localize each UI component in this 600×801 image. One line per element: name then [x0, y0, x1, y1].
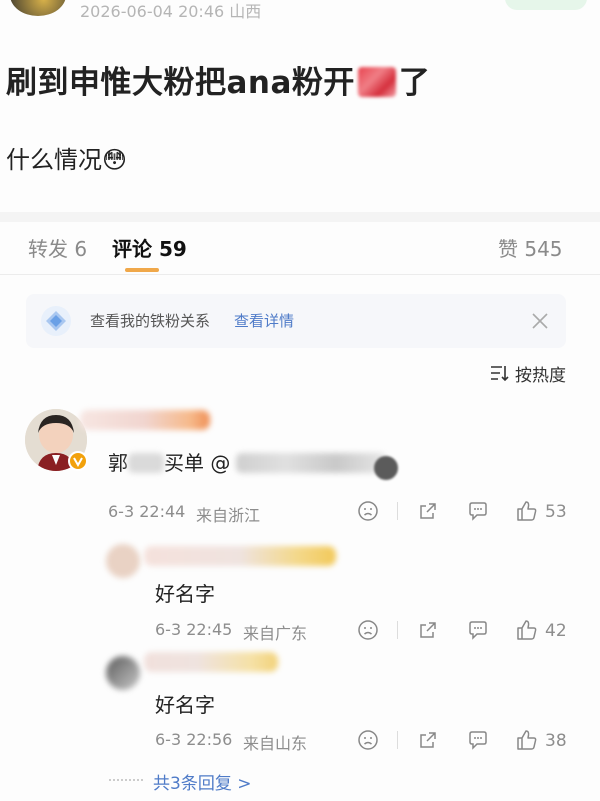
reply-text: 好名字	[155, 582, 215, 606]
reply-name-blurred[interactable]	[144, 652, 278, 672]
reply-time: 6-3 22:45	[155, 620, 233, 639]
dislike-icon[interactable]	[357, 729, 379, 751]
tab-likes[interactable]: 赞 545	[498, 233, 563, 262]
redacted-emoji	[357, 67, 396, 97]
post-subtitle: 什么情况😳	[6, 140, 127, 175]
action-divider	[397, 621, 398, 639]
reply-icon[interactable]	[467, 619, 489, 641]
tab-comments[interactable]: 评论 59	[112, 233, 187, 262]
post-timestamp: 2026-06-04 20:46 山西	[80, 2, 262, 21]
comment-location: 来自浙江	[196, 506, 261, 525]
share-icon[interactable]	[417, 619, 439, 641]
action-divider	[397, 502, 398, 520]
like-icon[interactable]	[515, 618, 539, 642]
post-title-text: 刷到申惟大粉把ana粉开	[6, 65, 355, 101]
dislike-icon[interactable]	[357, 619, 379, 641]
dotted-divider	[109, 779, 143, 781]
like-count: 53	[545, 502, 567, 522]
reply-location: 来自广东	[243, 624, 308, 643]
sort-icon[interactable]	[490, 364, 510, 382]
close-icon[interactable]	[530, 311, 550, 331]
reply-icon[interactable]	[467, 729, 489, 751]
comment-text: 郭 买单 @	[108, 447, 387, 476]
commenter-name-blurred[interactable]	[80, 410, 210, 430]
reply-icon[interactable]	[467, 500, 489, 522]
reply-avatar[interactable]	[106, 544, 140, 578]
like-count: 38	[545, 731, 567, 751]
redacted-text	[128, 453, 164, 473]
mention-avatar	[374, 456, 398, 480]
more-replies-link[interactable]: 共3条回复 >	[153, 769, 251, 794]
reply-location: 来自山东	[243, 734, 308, 753]
reply-avatar[interactable]	[106, 656, 140, 690]
action-divider	[397, 731, 398, 749]
dislike-icon[interactable]	[357, 500, 379, 522]
diamond-icon	[40, 305, 72, 337]
verified-badge-icon	[68, 451, 88, 471]
comment-time: 6-3 22:44	[108, 502, 186, 521]
reply-name-blurred[interactable]	[144, 546, 336, 566]
like-icon[interactable]	[515, 728, 539, 752]
redacted-mention	[236, 453, 387, 473]
reply-time: 6-3 22:56	[155, 730, 233, 749]
share-icon[interactable]	[417, 500, 439, 522]
follow-button[interactable]	[505, 0, 587, 10]
banner-link[interactable]: 查看详情	[234, 310, 294, 331]
comment-text-end: 买单 @	[164, 451, 231, 475]
tabs-divider	[0, 274, 600, 275]
banner-text: 查看我的铁粉关系	[90, 312, 211, 330]
post-title: 刷到申惟大粉把ana粉开 了	[6, 57, 430, 102]
sort-label[interactable]: 按热度	[515, 361, 566, 386]
divider-top	[0, 212, 600, 222]
like-count: 42	[545, 621, 567, 641]
post-subtitle-text: 什么情况	[6, 146, 102, 174]
like-icon[interactable]	[515, 499, 539, 523]
tab-active-indicator	[125, 268, 159, 272]
tab-repost[interactable]: 转发 6	[28, 233, 87, 262]
reply-text: 好名字	[155, 693, 215, 717]
post-title-end: 了	[398, 65, 431, 101]
fan-relation-banner[interactable]: 查看我的铁粉关系 查看详情	[26, 294, 566, 348]
flushed-emoji: 😳	[102, 146, 128, 174]
comment-text-start: 郭	[108, 451, 128, 475]
poster-avatar[interactable]	[10, 0, 66, 16]
share-icon[interactable]	[417, 729, 439, 751]
